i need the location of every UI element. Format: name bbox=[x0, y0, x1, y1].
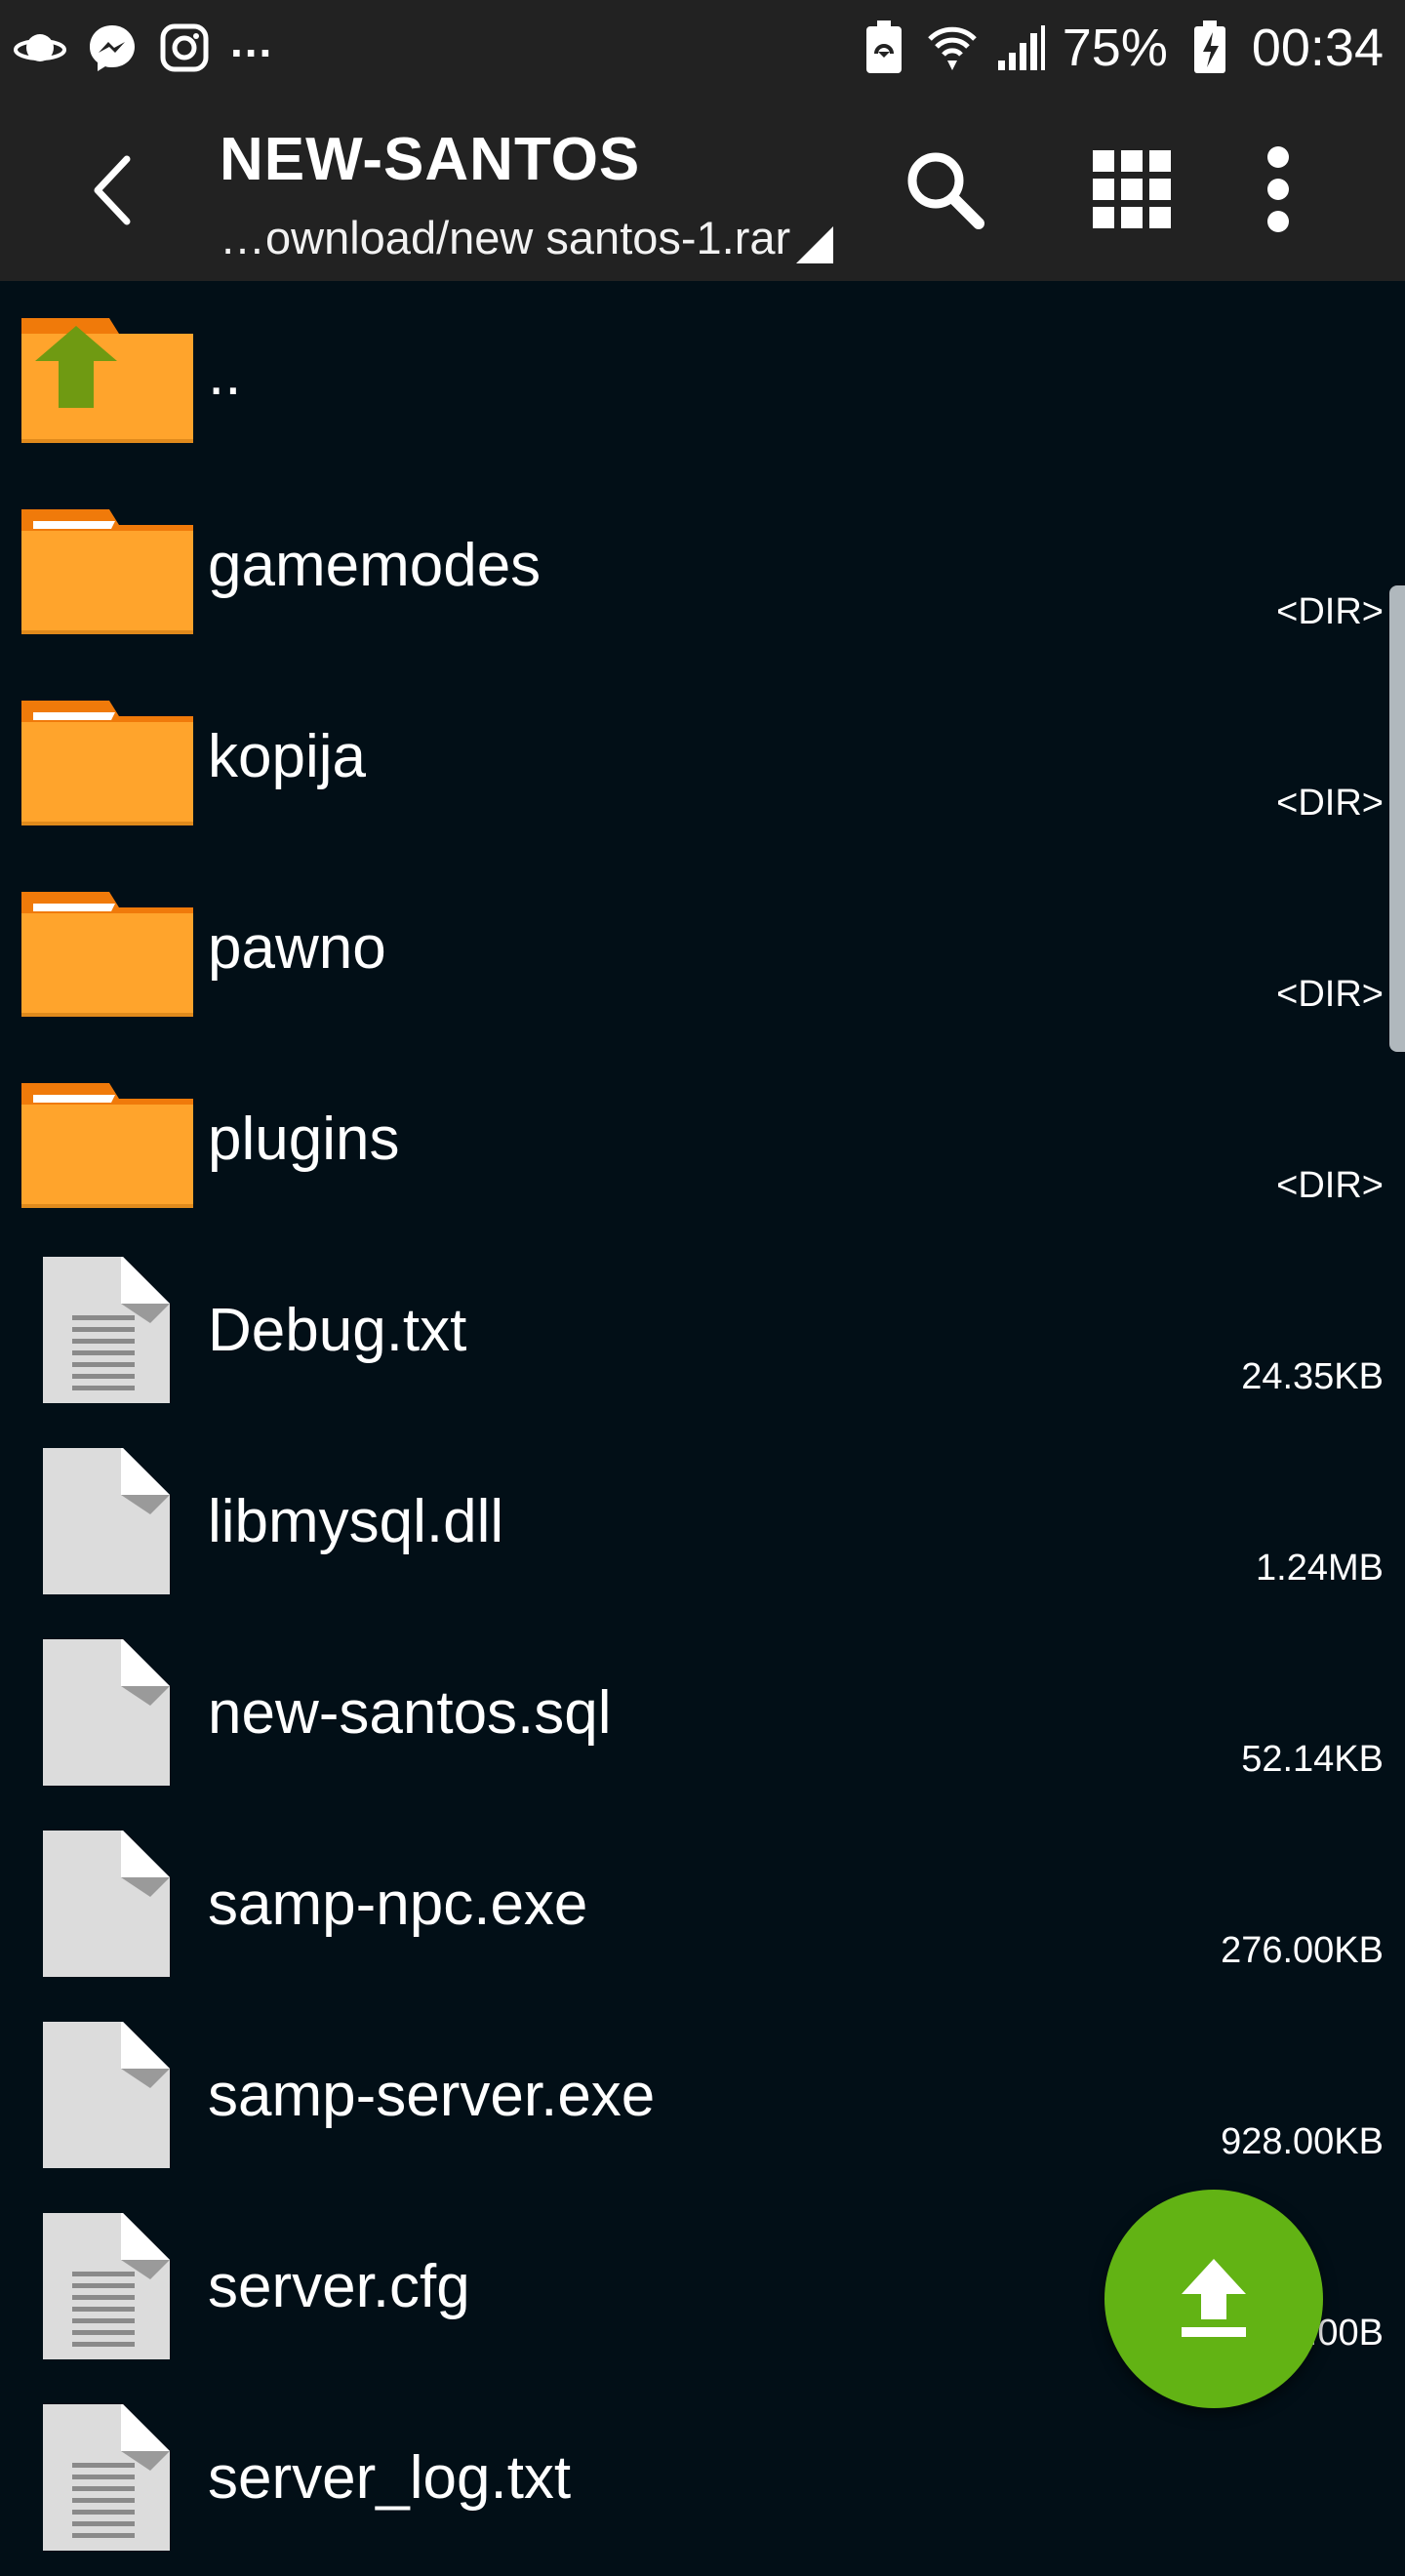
folder-icon bbox=[21, 509, 193, 634]
row-meta: 52.14KB bbox=[1241, 1739, 1384, 1780]
path-dropdown-icon[interactable] bbox=[792, 222, 837, 267]
saturn-icon bbox=[14, 21, 66, 74]
app-bar: NEW-SANTOS …ownload/new santos-1.rar bbox=[0, 96, 1405, 281]
text-file-icon bbox=[43, 2213, 170, 2359]
row-name: pawno bbox=[208, 914, 386, 982]
upload-icon bbox=[1182, 2259, 1246, 2337]
more-notifications: ... bbox=[230, 16, 274, 66]
search-button[interactable] bbox=[896, 141, 993, 238]
file-icon bbox=[43, 2022, 170, 2168]
instagram-icon bbox=[158, 21, 211, 74]
file-row[interactable]: samp-server.exe 928.00KB bbox=[0, 2002, 1405, 2194]
file-row[interactable]: libmysql.dll 1.24MB bbox=[0, 1429, 1405, 1620]
signal-icon bbox=[994, 21, 1047, 74]
search-icon bbox=[907, 152, 984, 229]
row-meta: 928.00KB bbox=[1221, 2121, 1384, 2162]
row-meta: <DIR> bbox=[1276, 591, 1384, 632]
row-name: kopija bbox=[208, 723, 366, 790]
scrollbar-thumb[interactable] bbox=[1389, 585, 1405, 1052]
battery-saver-icon bbox=[858, 20, 910, 74]
folder-icon bbox=[21, 1083, 193, 1208]
battery-percent: 75% bbox=[1062, 19, 1168, 77]
file-icon bbox=[43, 1639, 170, 1786]
folder-row[interactable]: plugins <DIR> bbox=[0, 1046, 1405, 1237]
overflow-menu-button[interactable] bbox=[1229, 141, 1327, 238]
file-icon bbox=[43, 1448, 170, 1594]
file-row[interactable]: new-santos.sql 52.14KB bbox=[0, 1620, 1405, 1811]
back-arrow-icon bbox=[94, 155, 131, 225]
page-title: NEW-SANTOS bbox=[220, 126, 641, 193]
row-meta: <DIR> bbox=[1276, 974, 1384, 1015]
folder-icon bbox=[21, 701, 193, 825]
more-vertical-icon bbox=[1267, 146, 1289, 232]
text-file-icon bbox=[43, 2404, 170, 2551]
parent-directory-row[interactable]: .. bbox=[0, 281, 1405, 472]
text-file-icon bbox=[43, 1257, 170, 1403]
clock: 00:34 bbox=[1251, 19, 1384, 77]
row-name: server_log.txt bbox=[208, 2444, 572, 2512]
row-meta: 1.24MB bbox=[1256, 1548, 1384, 1589]
file-row[interactable]: samp-npc.exe 276.00KB bbox=[0, 1811, 1405, 2002]
row-name: plugins bbox=[208, 1106, 400, 1173]
row-meta: 276.00KB bbox=[1221, 1930, 1384, 1971]
folder-row[interactable]: pawno <DIR> bbox=[0, 855, 1405, 1046]
row-meta: <DIR> bbox=[1276, 1165, 1384, 1206]
status-bar: ... 75% 00:34 bbox=[0, 0, 1405, 96]
current-path[interactable]: …ownload/new santos-1.rar bbox=[220, 211, 790, 264]
folder-row[interactable]: kopija <DIR> bbox=[0, 664, 1405, 855]
row-meta: <DIR> bbox=[1276, 783, 1384, 824]
folder-icon bbox=[21, 892, 193, 1017]
grid-view-button[interactable] bbox=[1083, 141, 1181, 238]
file-row[interactable]: Debug.txt 24.35KB bbox=[0, 1237, 1405, 1429]
parent-folder-icon bbox=[21, 318, 193, 443]
row-name: samp-npc.exe bbox=[208, 1871, 588, 1938]
folder-row[interactable]: gamemodes <DIR> bbox=[0, 472, 1405, 664]
file-row[interactable]: server_log.txt bbox=[0, 2385, 1405, 2576]
row-meta: 24.35KB bbox=[1241, 1356, 1384, 1397]
row-name: Debug.txt bbox=[208, 1297, 467, 1364]
row-name: gamemodes bbox=[208, 532, 542, 599]
grid-icon bbox=[1093, 150, 1171, 228]
row-name: new-santos.sql bbox=[208, 1679, 612, 1747]
battery-charging-icon bbox=[1184, 20, 1236, 74]
row-name: .. bbox=[208, 341, 242, 408]
messenger-icon bbox=[86, 21, 139, 74]
upload-button[interactable] bbox=[1104, 2190, 1323, 2408]
back-button[interactable] bbox=[68, 146, 156, 234]
file-icon bbox=[43, 1831, 170, 1977]
row-name: server.cfg bbox=[208, 2253, 470, 2320]
wifi-icon bbox=[926, 21, 979, 74]
row-name: libmysql.dll bbox=[208, 1488, 504, 1555]
row-name: samp-server.exe bbox=[208, 2062, 656, 2129]
